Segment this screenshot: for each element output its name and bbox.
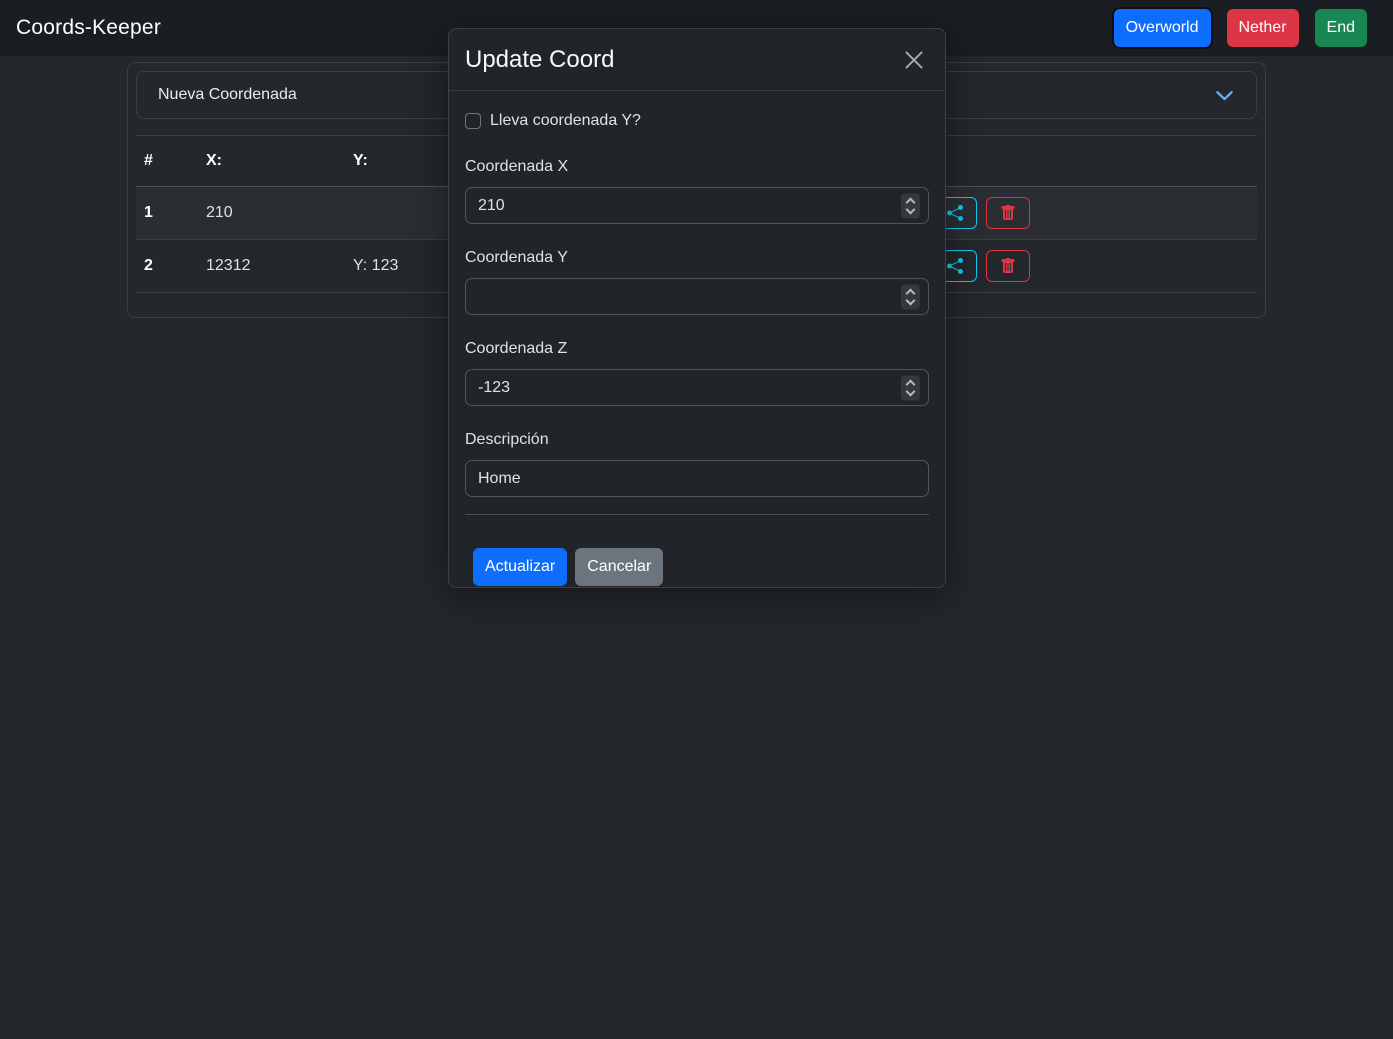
number-spinner[interactable] bbox=[901, 284, 920, 309]
number-spinner[interactable] bbox=[901, 375, 920, 400]
overworld-button[interactable]: Overworld bbox=[1114, 9, 1211, 47]
dimension-buttons: Overworld Nether End bbox=[1114, 9, 1367, 47]
nether-button[interactable]: Nether bbox=[1227, 9, 1299, 47]
spinner-down-icon bbox=[906, 386, 916, 396]
description-label: Descripción bbox=[465, 428, 929, 452]
app-brand: Coords-Keeper bbox=[16, 16, 161, 40]
share-icon bbox=[947, 258, 963, 274]
modal-title: Update Coord bbox=[465, 46, 614, 74]
col-header-num: # bbox=[136, 136, 198, 187]
end-button[interactable]: End bbox=[1315, 9, 1367, 47]
close-button[interactable] bbox=[899, 45, 929, 75]
modal-footer: Actualizar Cancelar bbox=[449, 531, 945, 607]
close-icon bbox=[903, 49, 925, 71]
coord-x-label: Coordenada X bbox=[465, 155, 929, 179]
modal-header: Update Coord bbox=[449, 29, 945, 91]
modal-body: Lleva coordenada Y? Coordenada X Coorden… bbox=[449, 91, 945, 531]
description-input[interactable] bbox=[465, 460, 929, 497]
coord-z-input[interactable] bbox=[465, 369, 929, 406]
share-icon bbox=[947, 205, 963, 221]
cell-x: 210 bbox=[198, 187, 345, 240]
update-button[interactable]: Actualizar bbox=[473, 548, 567, 586]
coord-z-label: Coordenada Z bbox=[465, 337, 929, 361]
cancel-button[interactable]: Cancelar bbox=[575, 548, 663, 586]
spinner-down-icon bbox=[906, 295, 916, 305]
coord-y-label: Coordenada Y bbox=[465, 246, 929, 270]
col-header-x: X: bbox=[198, 136, 345, 187]
row-number: 2 bbox=[136, 240, 198, 293]
spinner-down-icon bbox=[906, 204, 916, 214]
trash-icon bbox=[1000, 258, 1016, 274]
coord-y-input[interactable] bbox=[465, 278, 929, 315]
update-coord-modal: Update Coord Lleva coordenada Y? Coorden… bbox=[448, 28, 946, 588]
trash-icon bbox=[1000, 205, 1016, 221]
coord-x-input[interactable] bbox=[465, 187, 929, 224]
delete-button[interactable] bbox=[986, 250, 1030, 282]
number-spinner[interactable] bbox=[901, 193, 920, 218]
accordion-label: Nueva Coordenada bbox=[158, 86, 297, 104]
lleva-y-checkbox[interactable] bbox=[465, 113, 481, 129]
col-header-actions bbox=[925, 136, 1257, 187]
row-number: 1 bbox=[136, 187, 198, 240]
checkbox-label: Lleva coordenada Y? bbox=[490, 112, 641, 130]
delete-button[interactable] bbox=[986, 197, 1030, 229]
footer-divider bbox=[465, 514, 929, 515]
chevron-down-icon bbox=[1215, 86, 1234, 105]
cell-x: 12312 bbox=[198, 240, 345, 293]
